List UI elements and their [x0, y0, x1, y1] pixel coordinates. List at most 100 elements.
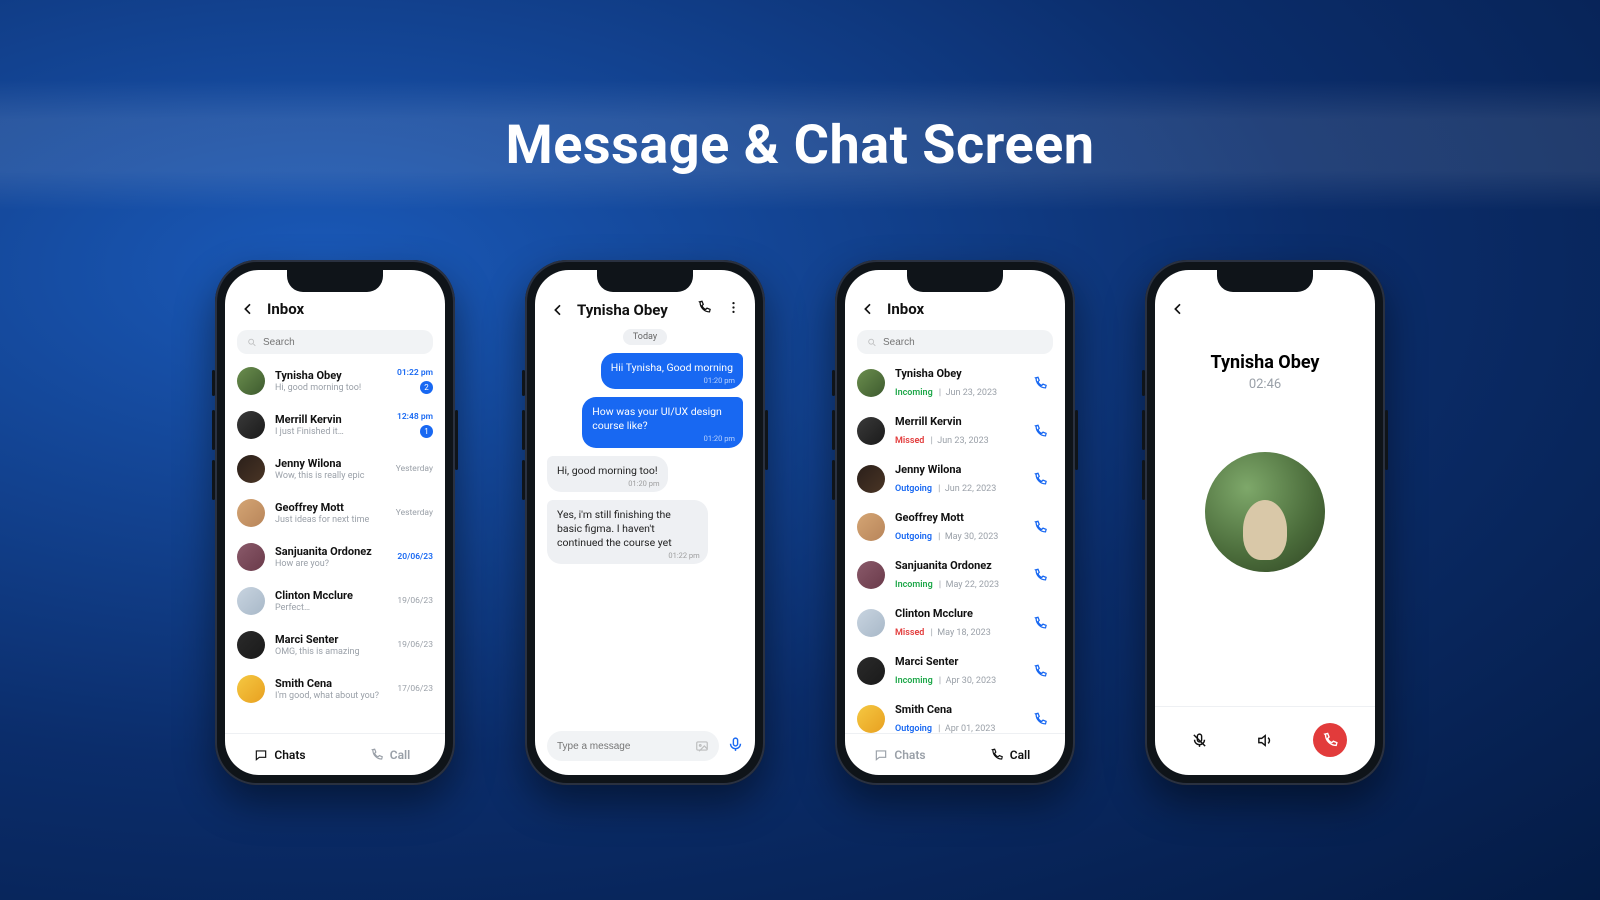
mic-icon — [727, 736, 744, 753]
call-meta: Missed | Jun 23, 2023 — [895, 428, 1017, 447]
tab-call-label: Call — [390, 748, 411, 762]
avatar — [857, 369, 885, 397]
message-preview: Wow, this is really epic — [275, 471, 386, 481]
call-row[interactable]: Sanjuanita Ordonez Incoming | May 22, 20… — [857, 552, 1053, 600]
chat-row[interactable]: Tynisha Obey Hi, good morning too! 01:22… — [237, 360, 433, 404]
avatar — [237, 455, 265, 483]
back-button[interactable] — [549, 301, 567, 319]
end-call-button[interactable] — [1313, 723, 1347, 757]
call-button[interactable] — [1027, 424, 1053, 439]
phone-icon — [1033, 472, 1048, 487]
tab-chats[interactable]: Chats — [845, 734, 955, 775]
timestamp: 19/06/23 — [397, 640, 433, 650]
contact-name: Clinton Mcclure — [895, 607, 1017, 620]
message-field[interactable] — [557, 741, 689, 752]
call-meta: Incoming | Apr 30, 2023 — [895, 668, 1017, 687]
call-row[interactable]: Geoffrey Mott Outgoing | May 30, 2023 — [857, 504, 1053, 552]
call-row[interactable]: Merrill Kervin Missed | Jun 23, 2023 — [857, 408, 1053, 456]
chat-bubble: Hii Tynisha, Good morning01:20 pm — [601, 353, 743, 389]
phone-icon — [1033, 712, 1048, 727]
call-date: | Apr 30, 2023 — [937, 676, 996, 686]
call-button[interactable] — [1027, 520, 1053, 535]
avatar — [237, 587, 265, 615]
call-row[interactable]: Tynisha Obey Incoming | Jun 23, 2023 — [857, 360, 1053, 408]
chat-row[interactable]: Clinton Mcclure Perfect… 19/06/23 — [237, 580, 433, 624]
call-row[interactable]: Smith Cena Outgoing | Apr 01, 2023 — [857, 696, 1053, 733]
search-field[interactable] — [263, 337, 423, 348]
call-row[interactable]: Marci Senter Incoming | Apr 30, 2023 — [857, 648, 1053, 696]
back-button[interactable] — [859, 300, 877, 318]
mute-button[interactable] — [1183, 723, 1217, 757]
call-button[interactable] — [1027, 664, 1053, 679]
back-button[interactable] — [1169, 300, 1187, 318]
phone-active-call: Tynisha Obey 02:46 — [1145, 260, 1385, 785]
image-icon[interactable] — [695, 739, 709, 753]
chat-bubble: Hi, good morning too!01:20 pm — [547, 456, 668, 492]
call-row[interactable]: Clinton Mcclure Missed | May 18, 2023 — [857, 600, 1053, 648]
call-button[interactable] — [1027, 376, 1053, 391]
message-preview: I'm good, what about you? — [275, 691, 387, 701]
more-vertical-icon — [726, 300, 741, 315]
caller-avatar — [1205, 452, 1325, 572]
tab-chats[interactable]: Chats — [225, 734, 335, 775]
search-field[interactable] — [883, 337, 1043, 348]
message-text: Hii Tynisha, Good morning — [611, 361, 733, 374]
chat-icon — [254, 748, 268, 762]
message-preview: Perfect… — [275, 603, 387, 613]
call-button[interactable] — [1027, 712, 1053, 727]
contact-name: Geoffrey Mott — [895, 511, 1017, 524]
message-time: 01:20 pm — [628, 479, 659, 489]
avatar — [857, 609, 885, 637]
chat-row[interactable]: Geoffrey Mott Just ideas for next time Y… — [237, 492, 433, 536]
chat-row[interactable]: Merrill Kervin I just Finished it… 12:48… — [237, 404, 433, 448]
call-date: | May 18, 2023 — [928, 628, 990, 638]
call-date: | Jun 23, 2023 — [928, 436, 988, 446]
message-text: Yes, i'm still finishing the basic figma… — [557, 508, 672, 549]
call-button[interactable] — [1027, 568, 1053, 583]
unread-badge: 1 — [420, 425, 433, 438]
arrow-left-icon — [240, 301, 256, 317]
timestamp: Yesterday — [396, 508, 433, 518]
phone-chat-thread: Tynisha Obey Today Hii Tynisha, Good mor… — [525, 260, 765, 785]
message-input[interactable] — [547, 731, 719, 761]
call-meta: Outgoing | Apr 01, 2023 — [895, 716, 1017, 733]
call-status: Missed — [895, 436, 924, 446]
avatar — [857, 513, 885, 541]
mic-button[interactable] — [727, 736, 744, 757]
call-button[interactable] — [697, 300, 712, 319]
chat-row[interactable]: Marci Senter OMG, this is amazing 19/06/… — [237, 624, 433, 668]
chat-row[interactable]: Smith Cena I'm good, what about you? 17/… — [237, 668, 433, 712]
avatar — [237, 499, 265, 527]
speaker-button[interactable] — [1248, 723, 1282, 757]
chats-list: Tynisha Obey Hi, good morning too! 01:22… — [225, 360, 445, 733]
phone-icon — [1322, 732, 1339, 749]
contact-name: Clinton Mcclure — [275, 589, 387, 602]
call-date: | May 22, 2023 — [937, 580, 999, 590]
call-row[interactable]: Jenny Wilona Outgoing | Jun 22, 2023 — [857, 456, 1053, 504]
call-status: Outgoing — [895, 484, 932, 494]
more-button[interactable] — [726, 300, 741, 319]
call-meta: Missed | May 18, 2023 — [895, 620, 1017, 639]
phone-icon — [1033, 424, 1048, 439]
avatar — [857, 561, 885, 589]
call-button[interactable] — [1027, 616, 1053, 631]
tab-call[interactable]: Call — [335, 734, 445, 775]
tab-call[interactable]: Call — [955, 734, 1065, 775]
page-title: Message & Chat Screen — [505, 114, 1094, 177]
back-button[interactable] — [239, 300, 257, 318]
avatar — [237, 631, 265, 659]
call-date: | Apr 01, 2023 — [936, 724, 995, 733]
search-input[interactable] — [857, 330, 1053, 354]
phone-icon — [990, 748, 1004, 762]
chat-row[interactable]: Jenny Wilona Wow, this is really epic Ye… — [237, 448, 433, 492]
timestamp: 20/06/23 — [397, 552, 433, 562]
call-meta: Incoming | May 22, 2023 — [895, 572, 1017, 591]
contact-name: Sanjuanita Ordonez — [275, 545, 387, 558]
contact-name: Smith Cena — [275, 677, 387, 690]
timestamp: 17/06/23 — [397, 684, 433, 694]
chat-title: Tynisha Obey — [577, 301, 668, 319]
search-input[interactable] — [237, 330, 433, 354]
chat-row[interactable]: Sanjuanita Ordonez How are you? 20/06/23 — [237, 536, 433, 580]
call-button[interactable] — [1027, 472, 1053, 487]
contact-name: Marci Senter — [895, 655, 1017, 668]
